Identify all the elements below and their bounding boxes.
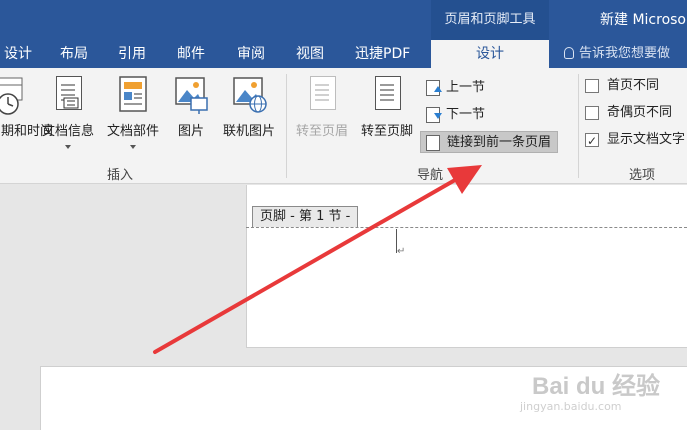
link-to-previous-icon: [426, 135, 440, 151]
link-to-previous-label: 链接到前一条页眉: [447, 135, 552, 150]
document-info-icon: [50, 76, 86, 116]
lightbulb-icon: [564, 47, 574, 59]
online-picture-icon: [231, 76, 267, 116]
footer-section-tab: 页脚 - 第 1 节 -: [252, 206, 359, 227]
baidu-watermark-url: jingyan.baidu.com: [520, 400, 622, 413]
goto-footer-button[interactable]: 转至页脚: [356, 76, 418, 139]
checkbox-unchecked-icon: [585, 79, 599, 93]
online-picture-button[interactable]: 联机图片: [217, 76, 281, 139]
tab-review[interactable]: 审阅: [237, 40, 265, 68]
picture-button[interactable]: 图片: [170, 76, 212, 139]
footer-boundary: [246, 227, 687, 228]
contextual-tab-title: 页眉和页脚工具: [431, 0, 549, 40]
navigation-group-label: 导航: [416, 168, 443, 183]
goto-header-button[interactable]: 转至页眉: [290, 76, 354, 139]
goto-header-label: 转至页眉: [295, 124, 348, 139]
options-group-label: 选项: [628, 168, 655, 183]
checkbox-checked-icon: [585, 131, 599, 151]
calendar-clock-icon: [0, 76, 30, 116]
tab-references[interactable]: 引用: [118, 40, 146, 68]
paragraph-mark: ↵: [397, 246, 406, 257]
tab-header-footer-design[interactable]: 设计: [431, 40, 549, 68]
goto-footer-icon: [369, 76, 405, 116]
chevron-down-icon: [130, 145, 136, 149]
checkbox-unchecked-icon: [585, 106, 599, 120]
date-time-label: 日期和时间: [0, 124, 54, 139]
next-section-label: 下一节: [446, 107, 486, 122]
tab-mailings[interactable]: 邮件: [177, 40, 205, 68]
baidu-watermark-logo: Bai du 经验: [532, 373, 661, 400]
insert-group-label: 插入: [106, 168, 133, 183]
different-first-page-label: 首页不同: [607, 78, 660, 93]
tab-xunjie-pdf[interactable]: 迅捷PDF: [355, 40, 410, 68]
online-picture-label: 联机图片: [222, 124, 275, 139]
tab-view[interactable]: 视图: [296, 40, 324, 68]
picture-icon: [173, 76, 209, 116]
document-info-button[interactable]: 文档信息: [37, 76, 99, 149]
tell-me-box[interactable]: 告诉我您想要做: [564, 40, 670, 68]
group-divider: [286, 74, 287, 178]
different-odd-even-checkbox[interactable]: 奇偶页不同: [585, 103, 672, 123]
tell-me-text: 告诉我您想要做: [579, 46, 671, 61]
show-document-text-checkbox[interactable]: 显示文档文字: [585, 130, 686, 151]
next-section-button[interactable]: 下一节: [424, 104, 485, 126]
tab-design-doc[interactable]: 设计: [4, 40, 32, 68]
window-title: 新建 Microso: [600, 12, 686, 28]
different-odd-even-label: 奇偶页不同: [607, 105, 673, 120]
quick-parts-icon: [115, 76, 151, 116]
picture-label: 图片: [177, 124, 204, 139]
different-first-page-checkbox[interactable]: 首页不同: [585, 76, 659, 96]
previous-section-button[interactable]: 上一节: [424, 77, 485, 99]
group-divider: [578, 74, 579, 178]
goto-header-icon: [304, 76, 340, 116]
document-info-label: 文档信息: [41, 124, 94, 139]
tab-layout[interactable]: 布局: [60, 40, 88, 68]
chevron-down-icon: [65, 145, 71, 149]
previous-section-label: 上一节: [446, 80, 486, 95]
quick-parts-button[interactable]: 文档部件: [102, 76, 164, 149]
goto-footer-label: 转至页脚: [360, 124, 413, 139]
date-time-button[interactable]: 日期和时间: [0, 76, 54, 139]
quick-parts-label: 文档部件: [106, 124, 159, 139]
link-to-previous-button[interactable]: 链接到前一条页眉: [420, 131, 559, 153]
show-document-text-label: 显示文档文字: [607, 132, 686, 147]
